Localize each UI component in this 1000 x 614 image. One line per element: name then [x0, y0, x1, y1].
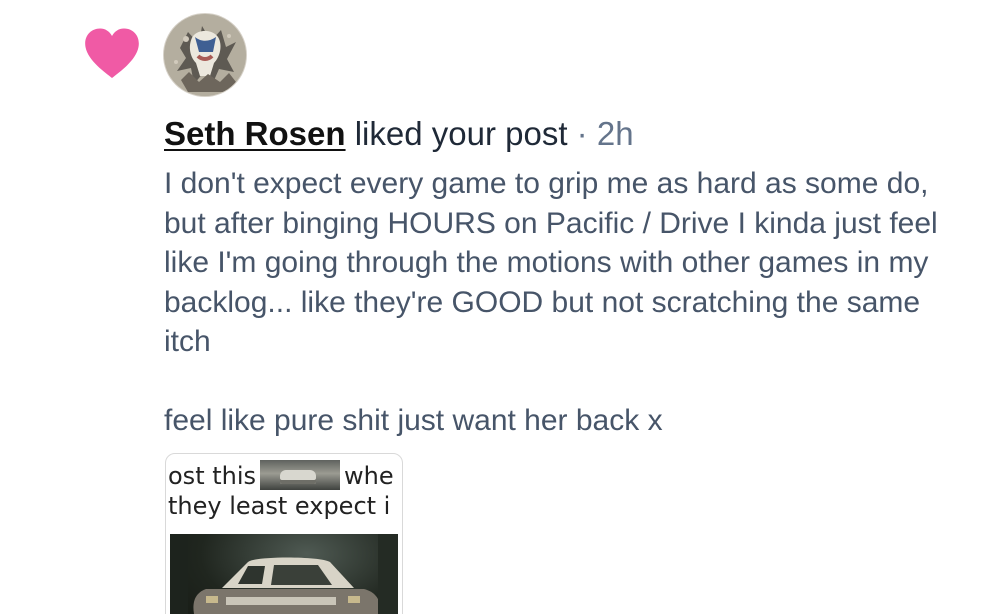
avatar[interactable]: [164, 14, 246, 96]
meme-caption: ost this whe they least expect i: [168, 460, 400, 521]
meme-caption-text: ost this: [168, 462, 257, 490]
username-link[interactable]: Seth Rosen: [164, 115, 346, 152]
car-thumbnail-icon: [260, 460, 341, 490]
action-text: liked your post: [354, 115, 568, 152]
meme-caption-line: ost this whe: [168, 460, 400, 491]
post-paragraph: I don't expect every game to grip me as …: [164, 167, 938, 358]
meme-caption-line: they least expect i: [168, 492, 391, 520]
post-image[interactable]: ost this whe they least expect i: [165, 453, 403, 614]
heart-icon: [83, 26, 141, 80]
like-notification[interactable]: Seth Rosen liked your post · 2h I don't …: [0, 0, 1000, 614]
separator-dot: ·: [576, 115, 588, 152]
time-ago: 2h: [596, 115, 634, 152]
notification-headline: Seth Rosen liked your post · 2h: [164, 112, 964, 156]
notification-content: Seth Rosen liked your post · 2h I don't …: [164, 112, 964, 441]
liked-post-preview[interactable]: I don't expect every game to grip me as …: [164, 164, 954, 441]
car-photo: [170, 534, 398, 614]
meme-caption-text: whe: [344, 462, 394, 490]
post-paragraph: feel like pure shit just want her back x: [164, 404, 663, 437]
